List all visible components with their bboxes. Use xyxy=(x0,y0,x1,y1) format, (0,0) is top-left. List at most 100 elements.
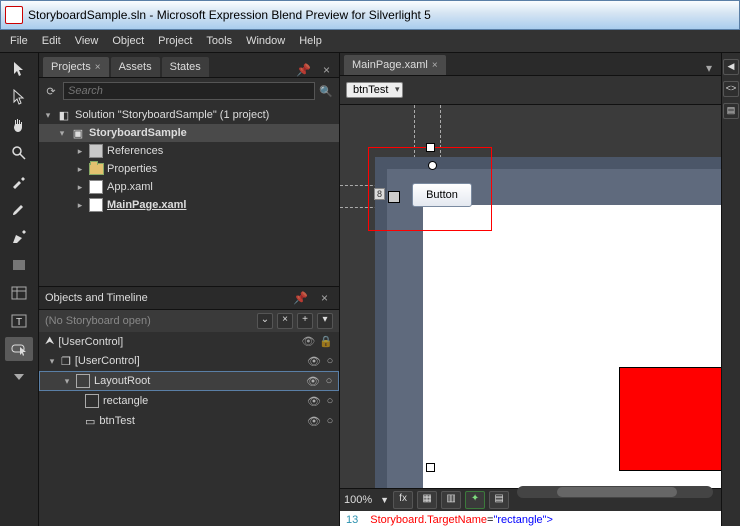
design-canvas[interactable]: 8 Button xyxy=(340,105,721,488)
storyboard-menu-icon[interactable]: ▾ xyxy=(317,313,333,329)
horizontal-scrollbar[interactable] xyxy=(517,486,713,498)
menu-object[interactable]: Object xyxy=(112,35,144,47)
line-number: 13 xyxy=(346,514,358,526)
scope-up-icon[interactable]: ⮝ xyxy=(45,335,54,348)
solution-node[interactable]: ▾◧Solution "StoryboardSample" (1 project… xyxy=(39,106,339,124)
search-input[interactable] xyxy=(63,82,315,100)
button-element[interactable]: Button xyxy=(412,183,472,207)
snap-lines-button[interactable]: ✦ xyxy=(465,491,485,509)
tab-menu-icon[interactable]: ▾ xyxy=(701,61,717,75)
close-icon[interactable]: × xyxy=(95,62,101,73)
resize-handle[interactable] xyxy=(426,463,435,472)
project-icon: ▣ xyxy=(70,126,86,140)
eyedropper-tool-icon[interactable] xyxy=(5,169,33,193)
close-icon[interactable]: × xyxy=(318,63,335,77)
eye-icon[interactable]: 👁 xyxy=(307,415,321,428)
pan-tool-icon[interactable] xyxy=(5,113,33,137)
solution-icon: ◧ xyxy=(56,108,72,122)
eye-icon[interactable]: 👁 xyxy=(301,335,315,348)
window-titlebar: StoryboardSample.sln - Microsoft Express… xyxy=(0,0,740,30)
tab-states[interactable]: States xyxy=(162,57,209,77)
xaml-file-icon xyxy=(88,180,104,194)
new-storyboard-button[interactable]: + xyxy=(297,313,313,329)
menu-file[interactable]: File xyxy=(10,35,28,47)
close-icon[interactable]: × xyxy=(432,60,438,71)
zoom-tool-icon[interactable] xyxy=(5,141,33,165)
margin-indicator: 8 xyxy=(374,188,385,200)
tree-item-appxaml[interactable]: ▸App.xaml xyxy=(39,178,339,196)
storyboard-dropdown-icon[interactable]: ⌄ xyxy=(257,313,273,329)
tool-palette: T xyxy=(0,53,39,526)
rectangle-tool-icon[interactable] xyxy=(5,253,33,277)
obj-layoutroot[interactable]: ▾LayoutRoot👁○ xyxy=(39,371,339,391)
snap-toggle-button[interactable]: ▥ xyxy=(441,491,461,509)
document-tabs: MainPage.xaml× ▾ xyxy=(340,53,721,76)
scope-combo[interactable]: btnTest xyxy=(346,82,403,98)
eye-icon[interactable]: 👁 xyxy=(307,355,321,368)
grid-toggle-button[interactable]: ▦ xyxy=(417,491,437,509)
lock-dot-icon[interactable]: ○ xyxy=(325,355,335,367)
brush-tool-icon[interactable] xyxy=(5,197,33,221)
menu-help[interactable]: Help xyxy=(299,35,322,47)
objects-tree: ▾❐[UserControl]👁○ ▾LayoutRoot👁○ rectangl… xyxy=(39,351,339,526)
zoom-bar: 100% ▼ fx ▦ ▥ ✦ ▤ xyxy=(340,488,721,511)
menu-view[interactable]: View xyxy=(75,35,99,47)
layout-tool-icon[interactable] xyxy=(5,281,33,305)
project-panel-tabs: Projects× Assets States 📌 × xyxy=(39,53,339,78)
tab-projects[interactable]: Projects× xyxy=(43,57,109,77)
right-rail: ◀ <> ▤ xyxy=(721,53,740,526)
obj-btntest[interactable]: ▭btnTest👁○ xyxy=(39,411,339,431)
tree-item-mainpage[interactable]: ▸MainPage.xaml xyxy=(39,196,339,214)
menu-project[interactable]: Project xyxy=(158,35,192,47)
control-tool-icon[interactable] xyxy=(5,337,33,361)
tree-item-references[interactable]: ▸References xyxy=(39,142,339,160)
resize-handle[interactable] xyxy=(426,143,435,152)
main-menu: File Edit View Object Project Tools Wind… xyxy=(0,30,740,53)
split-view-icon[interactable]: ▤ xyxy=(723,103,739,119)
window-title: StoryboardSample.sln - Microsoft Express… xyxy=(28,8,431,22)
menu-edit[interactable]: Edit xyxy=(42,35,61,47)
rectangle-element[interactable] xyxy=(619,367,721,471)
tab-assets[interactable]: Assets xyxy=(111,57,160,77)
lock-dot-icon[interactable]: ○ xyxy=(325,415,335,427)
tab-mainpage[interactable]: MainPage.xaml× xyxy=(344,55,446,75)
project-node[interactable]: ▾▣StoryboardSample xyxy=(39,124,339,142)
annotations-button[interactable]: ▤ xyxy=(489,491,509,509)
zoom-dropdown-icon[interactable]: ▼ xyxy=(380,495,389,505)
search-icon[interactable]: 🔍 xyxy=(319,85,335,98)
lock-icon[interactable]: 🔒 xyxy=(319,335,333,348)
rotate-handle[interactable] xyxy=(428,161,437,170)
code-view-icon[interactable]: <> xyxy=(723,81,739,97)
text-tool-icon[interactable]: T xyxy=(5,309,33,333)
menu-window[interactable]: Window xyxy=(246,35,285,47)
artboard[interactable] xyxy=(423,205,721,488)
scope-label: [UserControl] xyxy=(58,336,123,348)
xaml-code-line[interactable]: 13 Storyboard.TargetName="rectangle"> xyxy=(340,511,721,526)
eye-icon[interactable]: 👁 xyxy=(306,375,320,388)
close-icon[interactable]: × xyxy=(316,291,333,305)
grid-icon xyxy=(76,374,90,388)
pen-tool-icon[interactable] xyxy=(5,225,33,249)
folder-icon xyxy=(88,162,104,176)
app-icon xyxy=(5,6,23,24)
obj-rectangle[interactable]: rectangle👁○ xyxy=(39,391,339,411)
more-tools-icon[interactable] xyxy=(5,365,33,389)
direct-select-tool-icon[interactable] xyxy=(5,85,33,109)
pin-icon[interactable]: 📌 xyxy=(291,63,316,77)
refresh-icon[interactable]: ⟳ xyxy=(43,85,59,98)
expand-panel-icon[interactable]: ◀ xyxy=(723,59,739,75)
selection-tool-icon[interactable] xyxy=(5,57,33,81)
tree-item-properties[interactable]: ▸Properties xyxy=(39,160,339,178)
lock-dot-icon[interactable]: ○ xyxy=(325,395,335,407)
fx-button[interactable]: fx xyxy=(393,491,413,509)
margin-handle[interactable] xyxy=(388,191,400,203)
menu-tools[interactable]: Tools xyxy=(206,35,232,47)
lock-dot-icon[interactable]: ○ xyxy=(324,375,334,387)
obj-usercontrol[interactable]: ▾❐[UserControl]👁○ xyxy=(39,351,339,371)
close-storyboard-button[interactable]: × xyxy=(277,313,293,329)
zoom-value[interactable]: 100% xyxy=(344,494,372,506)
eye-icon[interactable]: 👁 xyxy=(307,395,321,408)
references-icon xyxy=(88,144,104,158)
pin-icon[interactable]: 📌 xyxy=(288,291,313,305)
rectangle-icon xyxy=(85,394,99,408)
